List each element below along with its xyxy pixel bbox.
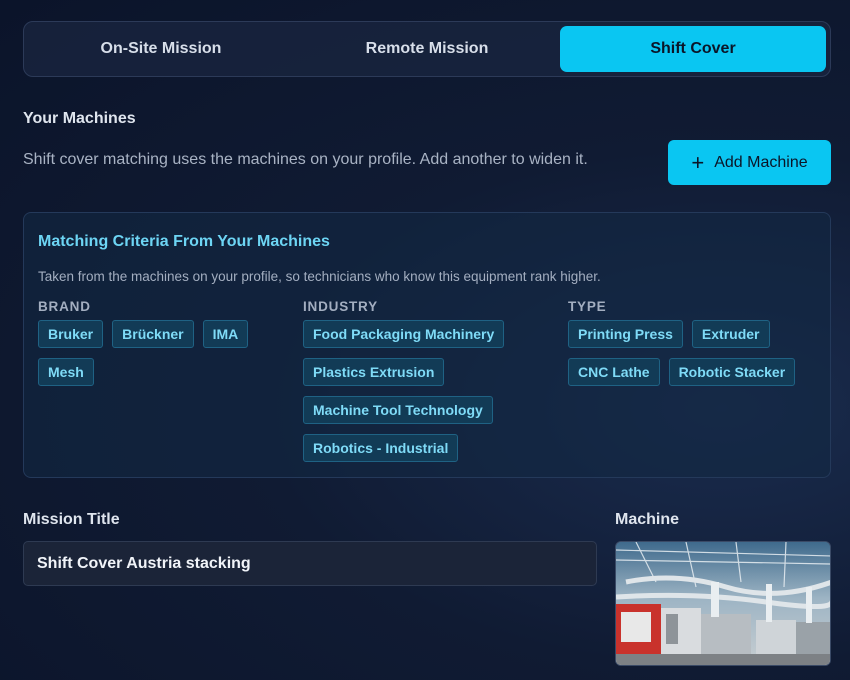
factory-photo	[616, 542, 830, 665]
add-machine-button[interactable]: + Add Machine	[668, 140, 831, 185]
mission-type-tabs: On-Site Mission Remote Mission Shift Cov…	[23, 21, 831, 77]
plus-icon: +	[691, 149, 705, 175]
brand-chip: Mesh	[38, 358, 94, 386]
machines-helper-text: Shift cover matching uses the machines o…	[23, 151, 588, 168]
brand-column: BRAND Bruker Brückner IMA Mesh	[38, 299, 278, 386]
brand-chip: IMA	[202, 320, 249, 348]
add-machine-label: Add Machine	[714, 153, 808, 171]
type-chip: Printing Press	[568, 320, 683, 348]
type-chip: CNC Lathe	[568, 358, 660, 386]
type-chip: Robotic Stacker	[668, 358, 796, 386]
matching-criteria-panel: Matching Criteria From Your Machines Tak…	[23, 212, 831, 478]
tab-on-site-mission[interactable]: On-Site Mission	[28, 26, 294, 72]
industry-chip: Robotics - Industrial	[303, 434, 459, 462]
mission-title-input[interactable]: Shift Cover Austria stacking	[23, 541, 597, 586]
brand-heading: BRAND	[38, 299, 91, 314]
tab-shift-cover[interactable]: Shift Cover	[560, 26, 826, 72]
criteria-description: Taken from the machines on your profile,…	[38, 269, 601, 284]
brand-chip: Bruker	[38, 320, 104, 348]
criteria-title: Matching Criteria From Your Machines	[38, 233, 330, 250]
industry-heading: INDUSTRY	[303, 299, 378, 314]
mission-title-label: Mission Title	[23, 511, 120, 528]
industry-column: INDUSTRY Food Packaging Machinery Plasti…	[303, 299, 543, 462]
industry-chip: Plastics Extrusion	[303, 358, 445, 386]
machine-label: Machine	[615, 511, 680, 528]
industry-chip: Machine Tool Technology	[303, 396, 493, 424]
type-column: TYPE Printing Press Extruder CNC Lathe R…	[568, 299, 818, 386]
type-chip: Extruder	[691, 320, 770, 348]
your-machines-label: Your Machines	[23, 110, 136, 127]
tab-remote-mission[interactable]: Remote Mission	[294, 26, 560, 72]
machine-image[interactable]	[615, 541, 831, 666]
type-heading: TYPE	[568, 299, 607, 314]
brand-chip: Brückner	[112, 320, 194, 348]
industry-chip: Food Packaging Machinery	[303, 320, 505, 348]
